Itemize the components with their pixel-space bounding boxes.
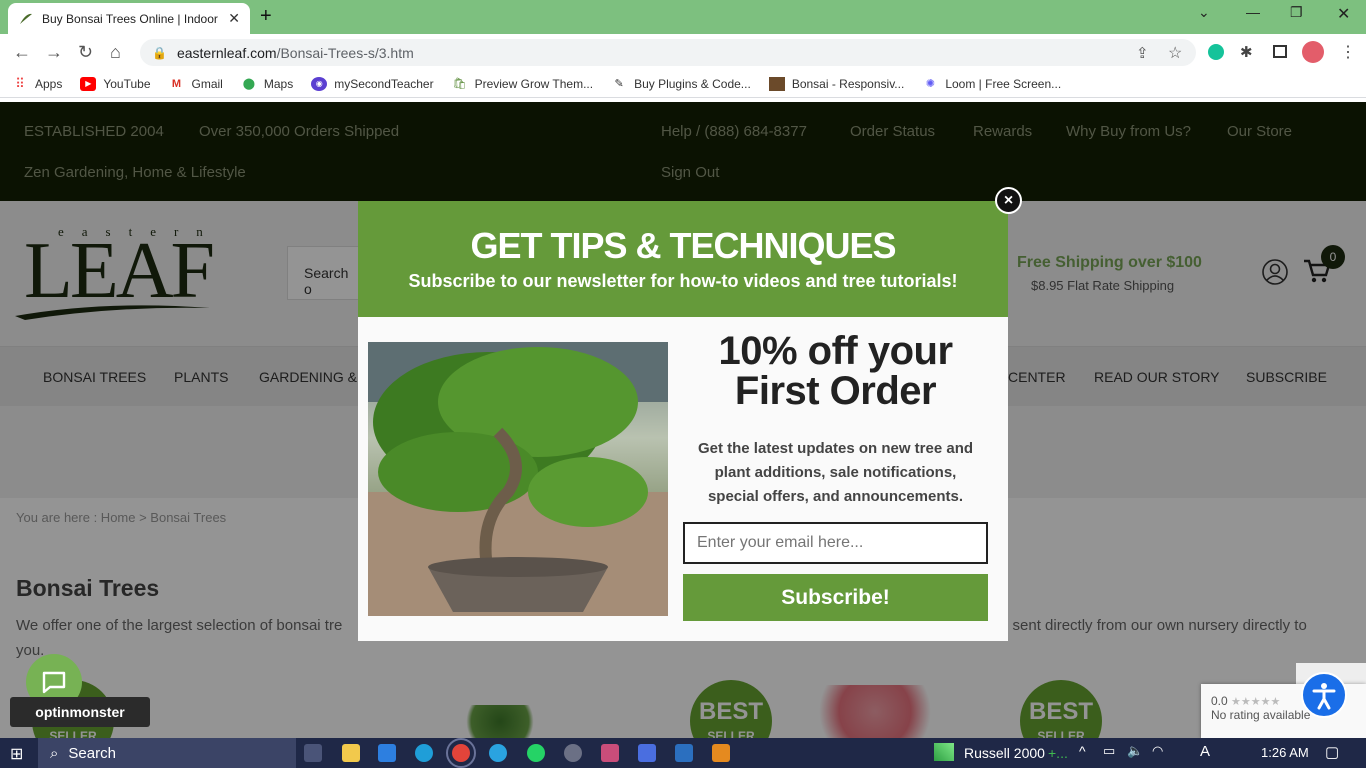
bookmark-apps[interactable]: ⠿ Apps — [12, 75, 62, 91]
settings-icon[interactable] — [564, 744, 582, 762]
rating-score: 0.0 — [1211, 694, 1228, 708]
url-path: /Bonsai-Trees-s/3.htm — [276, 44, 414, 61]
mysecondteacher-icon: ◉ — [311, 76, 328, 91]
taskbar-search[interactable]: ⌕ Search — [38, 738, 296, 768]
offer-description: Get the latest updates on new tree and p… — [697, 440, 974, 505]
stock-chart-icon — [934, 743, 954, 761]
restore-icon[interactable]: ❐ — [1290, 4, 1303, 21]
bonsai-theme-icon — [768, 76, 785, 91]
bookmark-preview-grow[interactable]: 🛍 Preview Grow Them... — [452, 77, 593, 91]
email-field[interactable] — [683, 522, 988, 564]
apps-grid-icon: ⠿ — [15, 75, 25, 91]
url-field[interactable]: 🔒 easternleaf.com/Bonsai-Trees-s/3.htm — [140, 39, 1196, 66]
new-tab-button[interactable]: + — [260, 5, 272, 28]
forward-icon[interactable]: → — [45, 42, 63, 63]
bookmark-star-icon[interactable]: ☆ — [1168, 43, 1182, 63]
url-host: easternleaf.com — [176, 44, 277, 61]
newsletter-popup: GET TIPS & TECHNIQUES Subscribe to our n… — [358, 201, 1008, 641]
notifications-icon[interactable]: ▢ — [1325, 743, 1339, 761]
home-icon[interactable]: ⌂ — [110, 42, 121, 63]
bookmarks-bar: ⠿ Apps ▶ YouTube M Gmail ⬤ Maps ◉ mySecondTea… — [0, 70, 1366, 98]
extensions-icon[interactable]: ✱ — [1240, 43, 1253, 61]
window-close-icon[interactable]: ✕ — [1337, 4, 1350, 24]
language-icon[interactable]: A — [1200, 743, 1210, 760]
bookmark-mysecondteacher[interactable]: ◉ mySecondTeacher — [311, 76, 434, 91]
wifi-icon[interactable]: ◠ — [1152, 743, 1163, 759]
popup-close-icon[interactable]: × — [995, 187, 1022, 214]
chat-bubble-icon — [42, 671, 66, 694]
notepad-icon[interactable] — [638, 744, 656, 762]
gmail-icon: M — [171, 77, 182, 90]
battery-icon[interactable]: ▭ — [1103, 743, 1115, 759]
ticker-change: +... — [1048, 745, 1068, 761]
optinmonster-badge[interactable]: optinmonster — [10, 697, 150, 727]
task-view-icon[interactable] — [304, 744, 322, 762]
tab-title: Buy Bonsai Trees Online | Indoor — [42, 11, 218, 26]
popup-header: GET TIPS & TECHNIQUES Subscribe to our n… — [358, 201, 1008, 317]
search-icon: ⌕ — [50, 744, 59, 762]
bookmark-maps[interactable]: ⬤ Maps — [241, 77, 294, 91]
ticker-name[interactable]: Russell 2000 — [964, 745, 1045, 761]
tab-close-icon[interactable]: ✕ — [228, 10, 240, 27]
maps-pin-icon: ⬤ — [242, 78, 256, 90]
shopify-icon: 🛍 — [452, 78, 467, 90]
photos-icon[interactable] — [675, 744, 693, 762]
side-panel-icon[interactable] — [1273, 45, 1287, 58]
plugins-icon: ✎ — [614, 78, 624, 90]
popup-subtitle: Subscribe to our newsletter for how-to v… — [408, 271, 958, 291]
whatsapp-icon[interactable] — [527, 744, 545, 762]
file-explorer-icon[interactable] — [342, 744, 360, 762]
bookmark-youtube[interactable]: ▶ YouTube — [80, 76, 151, 91]
bookmark-buy-plugins[interactable]: ✎ Buy Plugins & Code... — [611, 77, 750, 91]
browser-tab[interactable]: Buy Bonsai Trees Online | Indoor ✕ — [8, 3, 250, 34]
grammarly-icon[interactable] — [1208, 44, 1224, 60]
popup-title: GET TIPS & TECHNIQUES — [470, 225, 896, 266]
telegram-icon[interactable] — [489, 744, 507, 762]
back-icon[interactable]: ← — [13, 42, 31, 63]
bookmark-bonsai-theme[interactable]: Bonsai - Responsiv... — [768, 76, 904, 91]
accessibility-icon — [1312, 683, 1336, 710]
clock-time[interactable]: 1:26 AM — [1261, 745, 1309, 760]
chrome-menu-icon[interactable]: ⋮ — [1340, 42, 1356, 62]
rating-stars-icon: ★★★★★ — [1231, 696, 1281, 708]
tab-search-icon[interactable]: ⌄ — [1198, 4, 1210, 21]
reload-icon[interactable]: ↻ — [78, 42, 93, 63]
offer-heading: 10% off your First Order — [718, 329, 953, 413]
bookmark-gmail[interactable]: M Gmail — [169, 77, 223, 91]
tray-chevron-icon[interactable]: ^ — [1079, 743, 1086, 759]
bookmark-loom[interactable]: ✺ Loom | Free Screen... — [922, 77, 1061, 91]
edge-icon[interactable] — [415, 744, 433, 762]
volume-icon[interactable]: 🔈 — [1127, 743, 1143, 759]
profile-avatar[interactable] — [1302, 41, 1324, 63]
subscribe-button[interactable]: Subscribe! — [683, 574, 988, 621]
minimize-icon[interactable]: — — [1246, 4, 1260, 20]
youtube-icon: ▶ — [80, 76, 97, 91]
chrome-icon[interactable] — [446, 738, 476, 768]
share-icon[interactable]: ⇪ — [1136, 44, 1149, 62]
accessibility-button[interactable] — [1301, 672, 1347, 718]
app-icon[interactable] — [601, 744, 619, 762]
bonsai-tree-image — [368, 342, 668, 616]
eastern-leaf-favicon-icon — [18, 10, 34, 27]
windows-start-icon[interactable]: ⊞ — [10, 744, 23, 764]
lock-icon: 🔒 — [152, 45, 167, 60]
sublime-icon[interactable] — [712, 744, 730, 762]
store-icon[interactable] — [378, 744, 396, 762]
loom-icon: ✺ — [925, 78, 935, 90]
